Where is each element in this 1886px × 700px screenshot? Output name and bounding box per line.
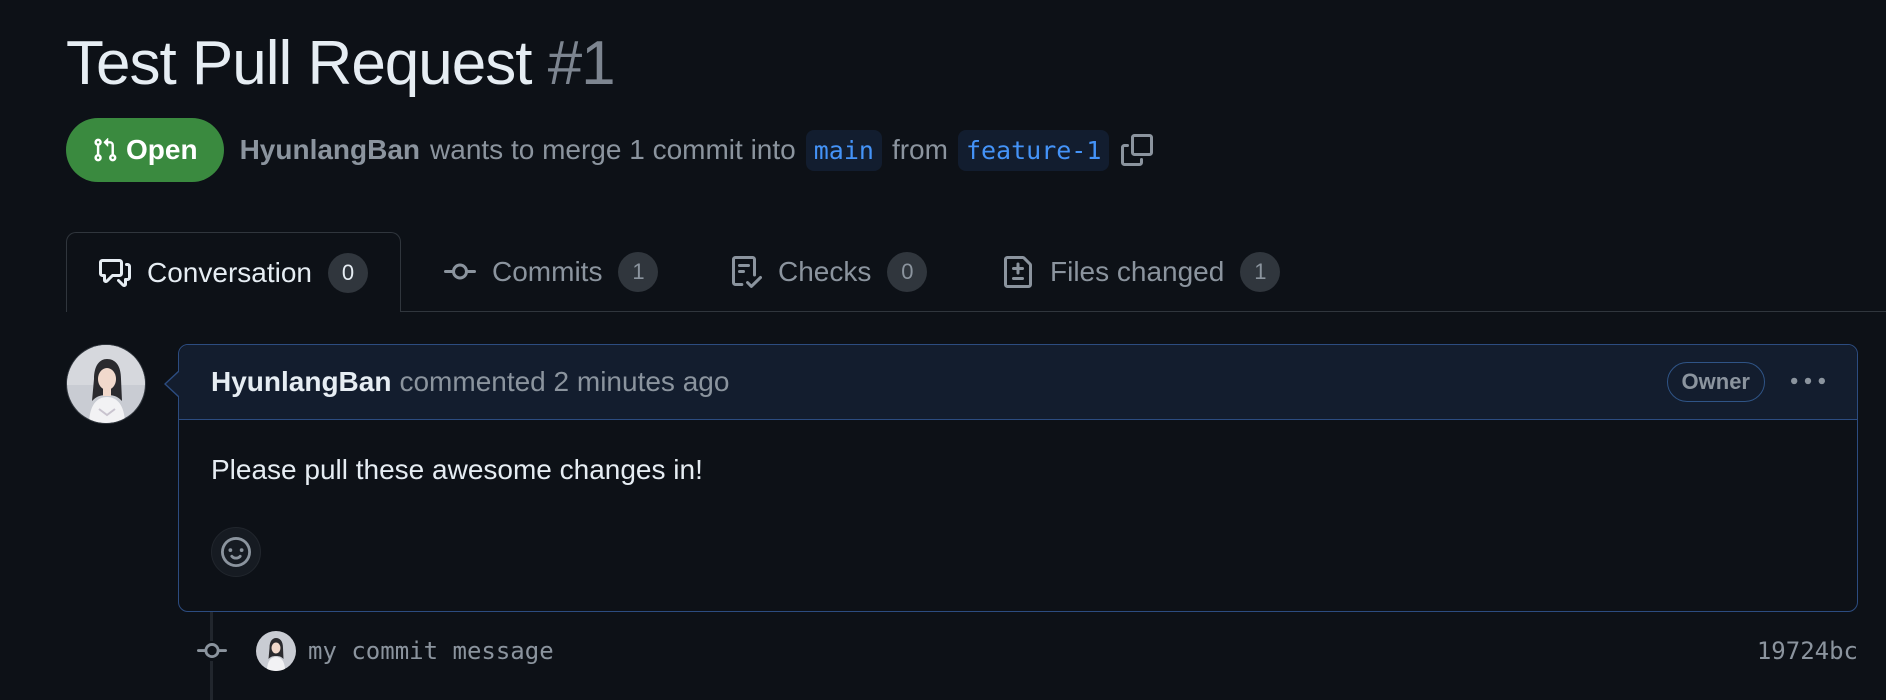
comment-header: HyunlangBan commented 2 minutes ago Owne…	[179, 345, 1857, 420]
tab-counter-commits: 1	[618, 252, 659, 292]
pr-tabs: Conversation 0 Commits 1 Checks 0 Files …	[66, 232, 1886, 312]
comment-timestamp[interactable]: commented 2 minutes ago	[399, 366, 729, 398]
state-label: Open	[126, 134, 198, 165]
pr-number: #1	[547, 29, 616, 98]
file-diff-icon	[1004, 256, 1032, 288]
pull-request-page: Test Pull Request #1 Open HyunlangBan wa…	[0, 0, 1886, 700]
tab-counter-checks: 0	[887, 252, 928, 292]
page-title: Test Pull Request #1	[66, 24, 616, 104]
from-text: from	[891, 134, 948, 165]
tab-label-conversation: Conversation	[147, 256, 312, 288]
kebab-horizontal-icon	[1791, 377, 1825, 385]
copy-branch-button[interactable]	[1121, 134, 1154, 166]
tab-label-files-changed: Files changed	[1050, 256, 1225, 287]
git-commit-icon	[444, 263, 476, 280]
tab-commits[interactable]: Commits 1	[444, 232, 659, 312]
smiley-icon	[221, 537, 251, 567]
pr-title: Test Pull Request	[66, 29, 532, 98]
tab-conversation[interactable]: Conversation 0	[66, 232, 401, 312]
git-pull-request-icon	[94, 137, 117, 162]
state-badge: Open	[66, 118, 224, 182]
commit-author-avatar[interactable]	[256, 631, 296, 671]
owner-badge: Owner	[1666, 362, 1765, 402]
copy-icon	[1121, 134, 1154, 166]
tab-label-commits: Commits	[492, 256, 603, 287]
comment-author[interactable]: HyunlangBan	[211, 366, 391, 398]
tab-checks[interactable]: Checks 0	[730, 232, 928, 312]
comment-pointer-fill	[166, 371, 180, 397]
timeline-commit-item: my commit message 19724bc	[196, 630, 1858, 672]
comment-discussion-icon	[99, 258, 131, 287]
add-reaction-button[interactable]	[211, 527, 261, 577]
git-commit-icon	[196, 641, 228, 661]
comment-author-avatar[interactable]	[66, 344, 146, 424]
comment-box: HyunlangBan commented 2 minutes ago Owne…	[178, 344, 1858, 612]
user-avatar-image	[67, 345, 145, 423]
comment-body: Please pull these awesome changes in!	[211, 454, 703, 485]
merge-text: wants to merge 1 commit into	[430, 134, 796, 165]
pr-author-link[interactable]: HyunlangBan	[240, 134, 420, 166]
commit-sha-link[interactable]: 19724bc	[1757, 637, 1858, 665]
checklist-icon	[732, 256, 762, 288]
comment-options-button[interactable]	[1791, 365, 1825, 399]
tab-files-changed[interactable]: Files changed 1	[1002, 232, 1281, 312]
user-avatar-image	[256, 631, 296, 671]
pr-meta: Open HyunlangBan wants to merge 1 commit…	[66, 118, 1154, 182]
head-branch[interactable]: feature-1	[957, 129, 1110, 171]
tab-counter-files-changed: 1	[1240, 252, 1281, 292]
tab-label-checks: Checks	[778, 256, 872, 287]
base-branch[interactable]: main	[805, 129, 882, 171]
commit-message-link[interactable]: my commit message	[308, 637, 554, 665]
tab-counter-conversation: 0	[327, 252, 368, 293]
